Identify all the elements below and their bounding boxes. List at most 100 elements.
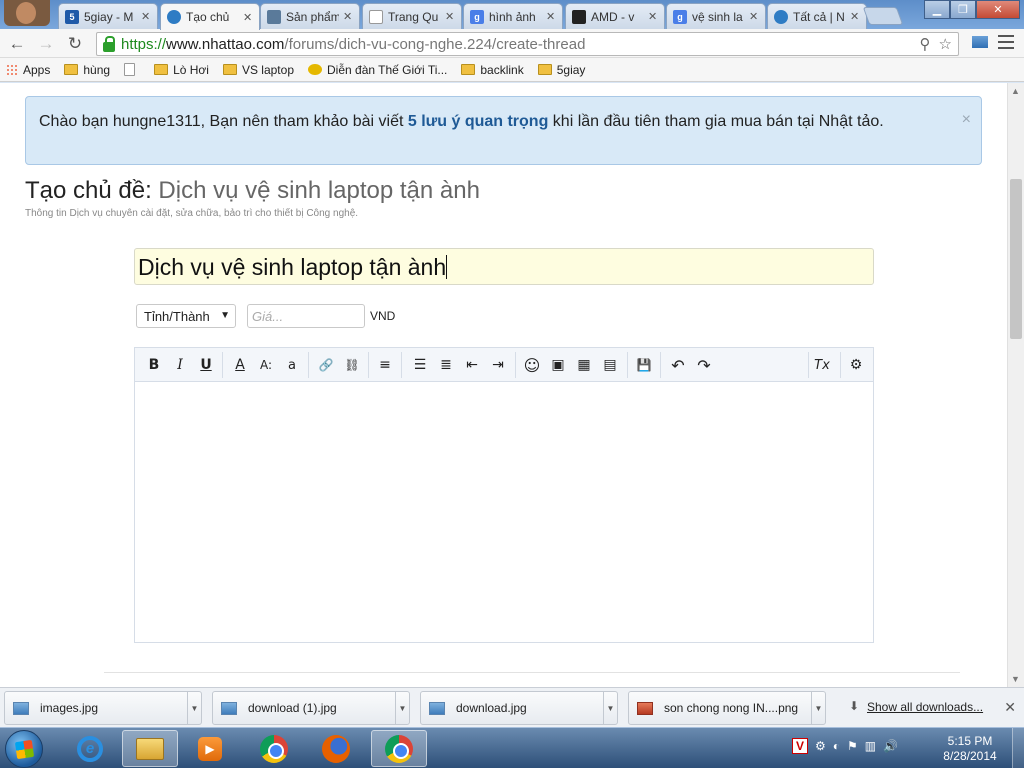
scroll-thumb[interactable] bbox=[1010, 179, 1022, 339]
close-icon[interactable]: ✕ bbox=[850, 10, 860, 23]
profile-avatar[interactable] bbox=[4, 0, 50, 26]
chrome-menu-button[interactable] bbox=[998, 35, 1014, 49]
thread-title-input[interactable]: Dịch vụ vệ sinh laptop tận ành bbox=[134, 248, 874, 285]
close-icon[interactable]: ✕ bbox=[445, 10, 455, 23]
align-button[interactable]: ≡ bbox=[375, 355, 395, 375]
bookmark-apps[interactable]: Apps bbox=[6, 63, 50, 77]
tab-amd[interactable]: AMD - v ✕ bbox=[565, 3, 665, 29]
province-select[interactable]: Tỉnh/Thành ▼ bbox=[136, 304, 236, 328]
dropdown-arrow-icon[interactable]: ▼ bbox=[187, 692, 201, 724]
italic-button[interactable]: I bbox=[170, 355, 190, 375]
notice-link[interactable]: 5 lưu ý quan trọng bbox=[408, 113, 548, 130]
tab-tat-ca[interactable]: Tất cả | N ✕ bbox=[767, 3, 867, 29]
tab-trang-quan[interactable]: Trang Qu ✕ bbox=[362, 3, 462, 29]
forward-button[interactable]: → bbox=[35, 33, 57, 55]
taskbar-chrome[interactable] bbox=[246, 730, 302, 767]
maximize-button[interactable]: ❐ bbox=[950, 0, 976, 19]
dropdown-arrow-icon[interactable]: ▼ bbox=[603, 692, 617, 724]
new-tab-button[interactable] bbox=[862, 7, 904, 25]
taskbar-media-player[interactable]: ▶ bbox=[182, 730, 238, 767]
forum-name[interactable]: Dịch vụ vệ sinh laptop tận ành bbox=[158, 177, 480, 204]
chrome-icon bbox=[385, 734, 413, 763]
tab-hinh-anh[interactable]: g hình ảnh ✕ bbox=[463, 3, 563, 29]
remove-format-button[interactable]: Tx bbox=[812, 355, 832, 375]
bookmark-dien-dan[interactable]: Diễn đàn Thế Giới Ti... bbox=[308, 63, 447, 77]
outdent-button[interactable]: ⇤ bbox=[462, 355, 482, 375]
lock-icon[interactable] bbox=[103, 36, 115, 52]
reload-button[interactable]: ↻ bbox=[64, 33, 86, 55]
window-close-button[interactable]: ✕ bbox=[976, 0, 1020, 19]
dropdown-arrow-icon[interactable]: ▼ bbox=[395, 692, 409, 724]
tab-san-pham[interactable]: Sản phẩm ✕ bbox=[260, 3, 360, 29]
download-item[interactable]: son chong nong IN....png ▼ bbox=[628, 691, 826, 725]
tab-create-thread[interactable]: Tạo chủ ✕ bbox=[160, 3, 260, 30]
close-icon[interactable]: ✕ bbox=[141, 10, 151, 23]
indent-button[interactable]: ⇥ bbox=[488, 355, 508, 375]
close-icon[interactable]: ✕ bbox=[343, 10, 353, 23]
bold-button[interactable]: B bbox=[144, 355, 164, 375]
bookmark-backlink[interactable]: backlink bbox=[461, 63, 524, 77]
download-item[interactable]: images.jpg ▼ bbox=[4, 691, 202, 725]
download-item[interactable]: download.jpg ▼ bbox=[420, 691, 618, 725]
translate-icon[interactable]: ⚲ bbox=[920, 35, 931, 53]
bullet-list-button[interactable]: ☰ bbox=[410, 355, 430, 375]
bookmark-hung[interactable]: hùng bbox=[64, 63, 110, 77]
show-desktop-button[interactable] bbox=[1012, 728, 1024, 768]
close-icon[interactable]: ✕ bbox=[1004, 699, 1016, 716]
antivirus-icon[interactable]: V bbox=[792, 738, 808, 754]
taskbar-internet-explorer[interactable]: e bbox=[62, 730, 118, 767]
media-button[interactable]: ▦ bbox=[574, 355, 594, 375]
volume-icon[interactable]: 🔊 bbox=[883, 739, 898, 753]
toggle-bbcode-button[interactable]: ⚙ bbox=[846, 355, 866, 375]
flag-icon[interactable]: ⚑ bbox=[847, 739, 858, 753]
notice-close-icon[interactable]: × bbox=[962, 109, 971, 130]
dropdown-arrow-icon[interactable]: ▼ bbox=[811, 692, 825, 724]
bookmark-vs-laptop[interactable]: VS laptop bbox=[222, 63, 294, 77]
address-bar[interactable]: https://www.nhattao.com/forums/dich-vu-c… bbox=[96, 32, 959, 56]
language-icon[interactable]: ⚙ bbox=[815, 739, 826, 753]
extension-icon[interactable] bbox=[972, 36, 988, 48]
taskbar-chrome-active[interactable] bbox=[371, 730, 427, 767]
price-input[interactable]: Giá... bbox=[247, 304, 365, 328]
network-icon[interactable]: ▥ bbox=[865, 739, 876, 753]
network-status-icon[interactable]: ◐ bbox=[833, 739, 840, 753]
underline-button[interactable]: U bbox=[196, 355, 216, 375]
insert-more-button[interactable]: ▤ bbox=[600, 355, 620, 375]
close-icon[interactable]: ✕ bbox=[243, 11, 253, 24]
minimize-button[interactable]: ▁ bbox=[924, 0, 950, 19]
download-item[interactable]: download (1).jpg ▼ bbox=[212, 691, 410, 725]
tab-5giay[interactable]: 5 5giay - M ✕ bbox=[58, 3, 158, 29]
scroll-up-icon[interactable]: ▲ bbox=[1011, 86, 1020, 96]
redo-button[interactable]: ↷ bbox=[694, 355, 714, 375]
close-icon[interactable]: ✕ bbox=[648, 10, 658, 23]
unlink-button[interactable]: ⛓ bbox=[342, 355, 362, 375]
message-editor[interactable]: B I U A A: a 🔗 ⛓ ≡ ☰ ≣ ⇤ ⇥ ☺ ▣ ▦ ▤ 💾 ↶ ↷… bbox=[134, 347, 874, 643]
bookmark-star-icon[interactable]: ☆ bbox=[939, 35, 952, 53]
smilie-button[interactable]: ☺ bbox=[522, 355, 542, 375]
font-color-button[interactable]: A bbox=[230, 355, 250, 375]
bookmark-page[interactable] bbox=[124, 63, 140, 76]
link-button[interactable]: 🔗 bbox=[316, 355, 336, 375]
start-button[interactable] bbox=[5, 730, 43, 768]
undo-button[interactable]: ↶ bbox=[668, 355, 688, 375]
numbered-list-button[interactable]: ≣ bbox=[436, 355, 456, 375]
bookmark-5giay[interactable]: 5giay bbox=[537, 63, 585, 77]
page-scrollbar[interactable]: ▲ ▼ bbox=[1007, 83, 1024, 687]
show-all-downloads-link[interactable]: Show all downloads... bbox=[867, 700, 983, 714]
editor-body[interactable] bbox=[135, 382, 873, 642]
tab-ve-sinh-laptop[interactable]: g vệ sinh la ✕ bbox=[666, 3, 766, 29]
font-family-button[interactable]: a bbox=[282, 355, 302, 375]
close-icon[interactable]: ✕ bbox=[546, 10, 556, 23]
scroll-down-icon[interactable]: ▼ bbox=[1011, 674, 1020, 684]
close-icon[interactable]: ✕ bbox=[749, 10, 759, 23]
folder-icon bbox=[537, 64, 552, 75]
save-draft-button[interactable]: 💾 bbox=[634, 355, 654, 375]
back-button[interactable]: ← bbox=[6, 33, 28, 55]
bookmark-lo-hoi[interactable]: Lò Hơi bbox=[154, 63, 209, 77]
taskbar-firefox[interactable] bbox=[308, 730, 364, 767]
font-size-button[interactable]: A: bbox=[256, 355, 276, 375]
taskbar-clock[interactable]: 5:15 PM 8/28/2014 bbox=[940, 734, 1000, 764]
image-button[interactable]: ▣ bbox=[548, 355, 568, 375]
welcome-notice: Chào bạn hungne1311, Bạn nên tham khảo b… bbox=[25, 96, 982, 165]
taskbar-file-explorer[interactable] bbox=[122, 730, 178, 767]
